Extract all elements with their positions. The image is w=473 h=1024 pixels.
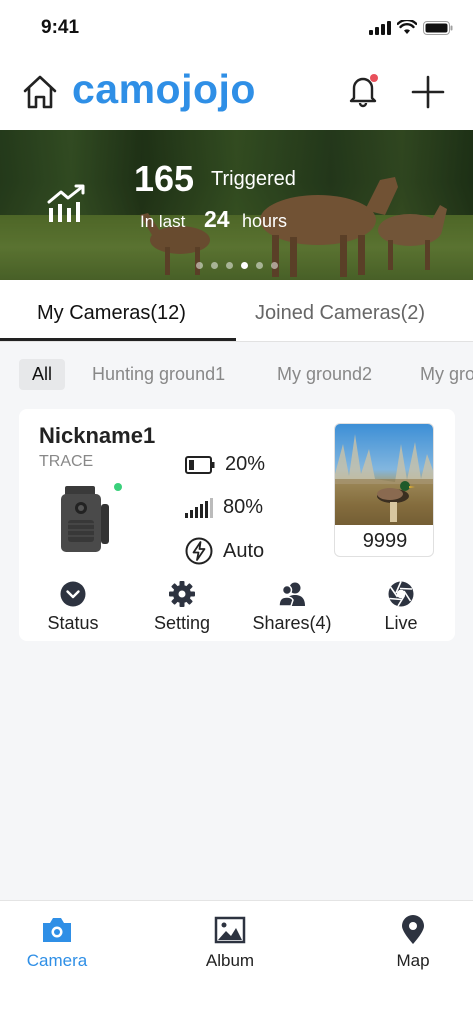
- carousel-dot[interactable]: [211, 262, 218, 269]
- location-filter-bar[interactable]: All Hunting ground1 My ground2 My gro: [0, 355, 473, 395]
- triggered-label: Triggered: [211, 168, 296, 190]
- lightning-icon: [185, 537, 213, 565]
- live-label: Live: [384, 613, 418, 633]
- camera-action-bar: Status Setting Shares(4) Live: [19, 580, 455, 638]
- filter-chip-hunting-ground1[interactable]: Hunting ground1: [92, 359, 225, 390]
- in-last-label: In last: [140, 212, 186, 231]
- setting-label: Setting: [153, 613, 211, 633]
- carousel-dot[interactable]: [256, 262, 263, 269]
- notification-bell-icon[interactable]: [345, 72, 381, 108]
- power-mode-value: Auto: [223, 539, 265, 562]
- duck-photo-image: [335, 424, 433, 525]
- status-time: 9:41: [41, 17, 80, 38]
- carousel-dot[interactable]: [226, 262, 233, 269]
- carousel-dot[interactable]: [196, 262, 203, 269]
- camera-model: TRACE: [39, 453, 94, 470]
- nav-camera-label: Camera: [26, 951, 88, 970]
- cellular-signal-icon: [369, 20, 391, 35]
- signal-stat: 80%: [185, 496, 263, 519]
- home-icon[interactable]: [21, 73, 59, 111]
- app-logo: camojojo: [72, 66, 256, 112]
- signal-value: 80%: [223, 496, 264, 518]
- online-status-dot: [114, 483, 122, 491]
- filter-chip-my-gro[interactable]: My gro: [420, 359, 473, 390]
- latest-photo-thumbnail[interactable]: 9999: [334, 423, 434, 557]
- photo-count: 9999: [362, 530, 408, 552]
- tab-joined-cameras[interactable]: Joined Cameras(2): [255, 302, 425, 325]
- gear-icon: [169, 581, 195, 607]
- nav-album[interactable]: Album: [195, 915, 265, 971]
- aperture-icon: [388, 581, 414, 607]
- signal-strength-icon: [185, 497, 213, 518]
- map-pin-icon: [402, 915, 424, 944]
- triggered-count: 165: [134, 158, 195, 199]
- users-icon: [278, 582, 305, 607]
- camera-tabs: My Cameras(12) Joined Cameras(2): [0, 280, 473, 342]
- status-bar: 9:41: [0, 0, 473, 56]
- carousel-dot[interactable]: [241, 262, 248, 269]
- chevron-down-circle-icon: [60, 581, 86, 607]
- notification-dot: [370, 74, 378, 82]
- filter-chip-my-ground2[interactable]: My ground2: [277, 359, 372, 390]
- live-button[interactable]: Live: [374, 580, 428, 634]
- camera-icon: [43, 918, 71, 942]
- nav-camera[interactable]: Camera: [20, 915, 94, 971]
- tab-my-cameras[interactable]: My Cameras(12): [37, 302, 186, 325]
- setting-button[interactable]: Setting: [149, 580, 215, 634]
- carousel-dot[interactable]: [271, 262, 278, 269]
- battery-icon: [423, 20, 453, 35]
- carousel-indicator[interactable]: [196, 262, 278, 269]
- image-icon: [214, 916, 246, 944]
- wifi-icon: [397, 20, 417, 34]
- battery-level-icon: [185, 455, 215, 474]
- nav-album-label: Album: [205, 951, 255, 970]
- nav-map-label: Map: [396, 951, 430, 970]
- status-button[interactable]: Status: [43, 580, 103, 634]
- trend-chart-icon: [47, 184, 85, 222]
- power-mode-stat: Auto: [185, 537, 264, 565]
- filter-chip-all[interactable]: All: [19, 359, 66, 390]
- hours-value: 24: [204, 206, 230, 232]
- battery-value: 20%: [225, 453, 266, 475]
- trail-camera-image: [61, 486, 109, 552]
- shares-button[interactable]: Shares(4): [248, 580, 336, 634]
- bottom-navigation: Camera Album Map: [0, 900, 473, 1024]
- active-tab-underline: [0, 338, 236, 341]
- camera-card[interactable]: Nickname1 TRACE 20% 80% Auto 9999 Status…: [19, 409, 455, 641]
- hours-label: hours: [242, 211, 288, 231]
- status-icons: [369, 20, 453, 35]
- status-label: Status: [47, 613, 99, 633]
- add-camera-icon[interactable]: [410, 74, 446, 110]
- nav-map[interactable]: Map: [385, 915, 441, 971]
- camera-nickname: Nickname1: [39, 423, 156, 448]
- app-header: camojojo: [0, 56, 473, 130]
- shares-label: Shares(4): [252, 613, 332, 633]
- trigger-summary-banner[interactable]: 165 Triggered In last 24 hours: [0, 130, 473, 280]
- battery-stat: 20%: [185, 453, 265, 476]
